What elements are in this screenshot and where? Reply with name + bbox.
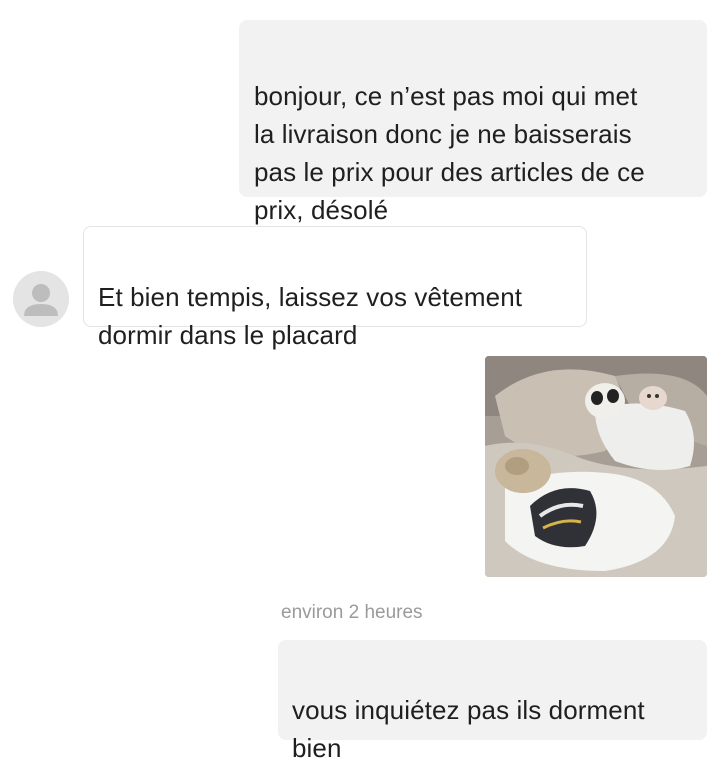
photo-plush-toys-on-tshirts-icon xyxy=(485,356,707,577)
sent-message-bubble[interactable]: vous inquiétez pas ils dorment bien xyxy=(278,640,707,763)
sent-message-bubble[interactable]: bonjour, ce n’est pas moi qui met la liv… xyxy=(239,20,707,225)
received-message-bubble[interactable]: Et bien tempis, laissez vos vêtement dor… xyxy=(83,226,587,350)
sent-image-attachment[interactable] xyxy=(485,356,707,577)
message-text: Et bien tempis, laissez vos vêtement dor… xyxy=(98,282,523,350)
message-text: vous inquiétez pas ils dorment bien xyxy=(292,695,645,763)
message-timestamp: environ 2 heures xyxy=(281,602,423,623)
message-text: bonjour, ce n’est pas moi qui met la liv… xyxy=(254,81,645,225)
user-avatar-icon[interactable] xyxy=(13,271,69,327)
